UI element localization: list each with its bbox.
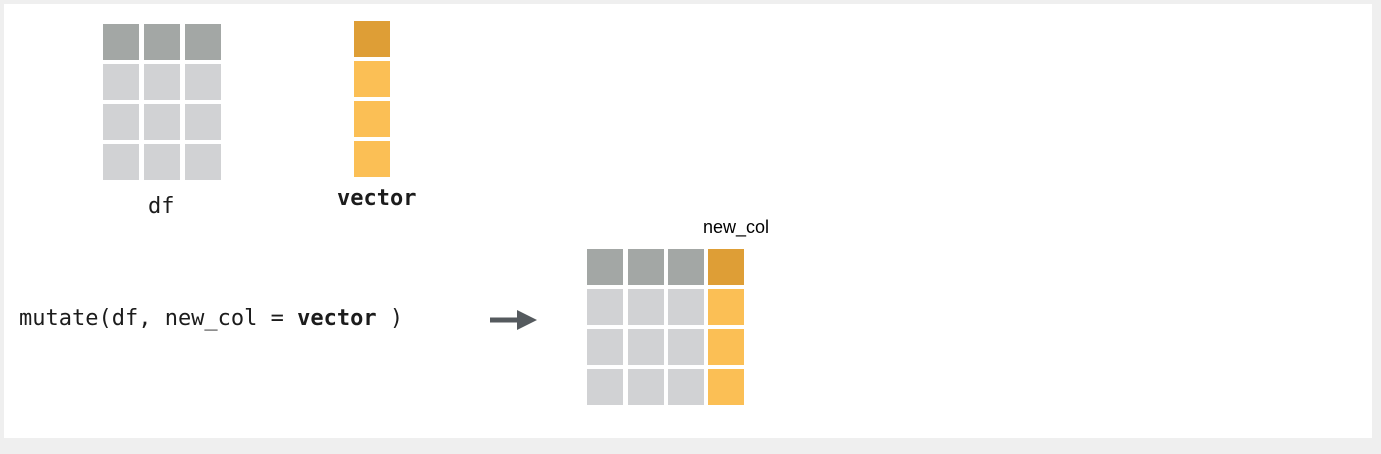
df-header-cell [144, 24, 180, 60]
vector-header-cell [354, 21, 390, 57]
result-header-cell [668, 249, 704, 285]
result-new-col-header-cell [708, 249, 744, 285]
result-header-cell [587, 249, 623, 285]
vector-body-cell [354, 61, 390, 97]
vector-label: vector [337, 186, 417, 211]
df-body-cell [144, 64, 180, 100]
df-body-cell [185, 104, 221, 140]
df-body-cell [103, 64, 139, 100]
result-body-cell [628, 369, 664, 405]
code-arg: vector [297, 306, 377, 331]
result-body-cell [668, 329, 704, 365]
result-body-cell [628, 329, 664, 365]
df-body-cell [103, 144, 139, 180]
diagram-panel: df vector mutate(df, new_col = vector ) … [4, 4, 1372, 438]
result-header-cell [628, 249, 664, 285]
result-body-cell [587, 329, 623, 365]
result-body-cell [668, 289, 704, 325]
result-new-col-cell [708, 329, 744, 365]
vector-body-cell [354, 101, 390, 137]
df-header-cell [103, 24, 139, 60]
df-body-cell [185, 144, 221, 180]
result-body-cell [587, 369, 623, 405]
new-col-label: new_col [703, 217, 770, 237]
df-header-cell [185, 24, 221, 60]
result-new-col-cell [708, 289, 744, 325]
result-body-cell [668, 369, 704, 405]
result-body-cell [628, 289, 664, 325]
result-new-col-cell [708, 369, 744, 405]
code-prefix: mutate(df, new_col = [19, 306, 298, 331]
df-body-cell [103, 104, 139, 140]
result-body-cell [587, 289, 623, 325]
df-body-cell [144, 104, 180, 140]
df-body-cell [185, 64, 221, 100]
df-body-cell [144, 144, 180, 180]
df-label: df [148, 194, 175, 219]
vector-body-cell [354, 141, 390, 177]
code-suffix: ) [376, 306, 404, 331]
mutate-code: mutate(df, new_col = vector ) [19, 306, 403, 331]
right-arrow-icon [490, 310, 537, 330]
